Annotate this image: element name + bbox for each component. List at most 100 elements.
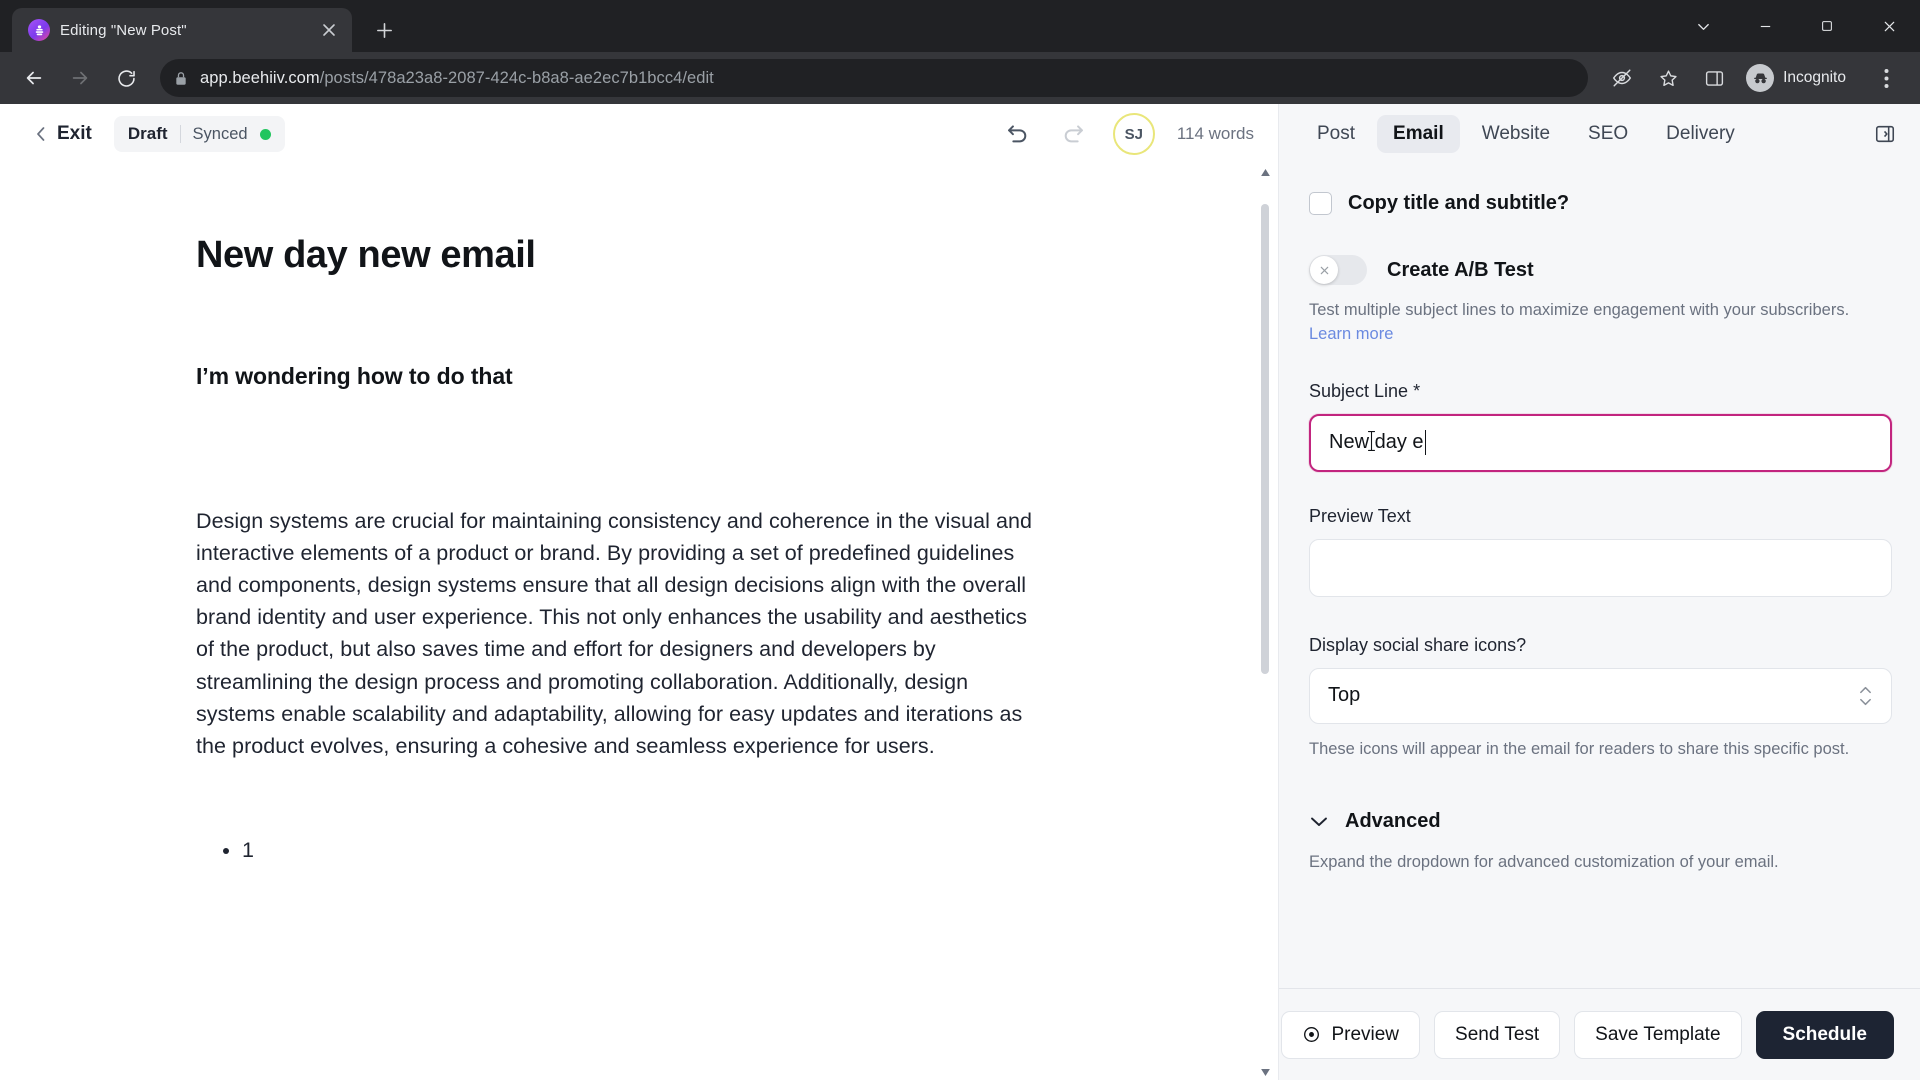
social-share-label: Display social share icons? bbox=[1309, 634, 1527, 655]
scrollbar-track[interactable] bbox=[1261, 180, 1269, 1064]
status-draft-label: Draft bbox=[127, 124, 168, 143]
side-panel-icon[interactable] bbox=[1694, 58, 1734, 98]
copy-title-label: Copy title and subtitle? bbox=[1348, 192, 1570, 214]
chevron-down-icon bbox=[1309, 815, 1329, 828]
editor-scrollbar[interactable] bbox=[1258, 164, 1272, 1080]
panel-footer: Preview Send Test Save Template Schedule bbox=[1279, 988, 1920, 1080]
scroll-down-icon[interactable] bbox=[1258, 1064, 1272, 1080]
browser-window: Editing "New Post" app.beehiiv.com/posts… bbox=[0, 0, 1920, 1080]
scrollbar-thumb[interactable] bbox=[1261, 204, 1269, 674]
social-share-helper: These icons will appear in the email for… bbox=[1309, 739, 1850, 758]
schedule-button-label: Schedule bbox=[1782, 1023, 1867, 1045]
social-share-select[interactable]: Top bbox=[1309, 667, 1892, 724]
editor-header-actions: SJ 114 words bbox=[1001, 113, 1260, 155]
maximize-icon[interactable] bbox=[1796, 0, 1858, 52]
advanced-label: Advanced bbox=[1345, 809, 1441, 832]
tab-label: Delivery bbox=[1666, 123, 1735, 144]
incognito-avatar-icon bbox=[1746, 64, 1775, 92]
panel-collapse-icon[interactable] bbox=[1868, 117, 1902, 151]
browser-tabstrip: Editing "New Post" bbox=[0, 0, 1920, 52]
browser-toolbar: app.beehiiv.com/posts/478a23a8-2087-424c… bbox=[0, 52, 1920, 104]
status-sync-label: Synced bbox=[192, 124, 248, 143]
tab-seo[interactable]: SEO bbox=[1572, 115, 1644, 153]
address-bar-url: app.beehiiv.com/posts/478a23a8-2087-424c… bbox=[200, 69, 714, 88]
status-divider bbox=[179, 125, 181, 143]
eye-slash-icon[interactable] bbox=[1602, 58, 1642, 98]
preview-text-input[interactable] bbox=[1309, 538, 1892, 597]
url-domain: app.beehiiv.com bbox=[200, 68, 320, 87]
tab-website[interactable]: Website bbox=[1466, 115, 1566, 153]
send-test-button[interactable]: Send Test bbox=[1434, 1010, 1561, 1059]
address-bar[interactable]: app.beehiiv.com/posts/478a23a8-2087-424c… bbox=[160, 59, 1589, 97]
subject-line-value: New day e bbox=[1329, 431, 1424, 454]
text-cursor-icon bbox=[1367, 430, 1376, 452]
schedule-button[interactable]: Schedule bbox=[1755, 1010, 1894, 1059]
beehiiv-app: Exit Draft Synced SJ 114 words New day n… bbox=[0, 104, 1920, 1080]
undo-icon[interactable] bbox=[1001, 117, 1035, 151]
chevron-down-icon[interactable] bbox=[1672, 0, 1734, 52]
star-icon[interactable] bbox=[1648, 58, 1688, 98]
ab-test-row[interactable]: Create A/B Test bbox=[1309, 255, 1892, 285]
preview-button[interactable]: Preview bbox=[1281, 1010, 1421, 1059]
copy-title-row[interactable]: Copy title and subtitle? bbox=[1309, 192, 1892, 215]
sync-status-dot-icon bbox=[259, 128, 271, 140]
close-icon[interactable] bbox=[1858, 0, 1920, 52]
url-path: /posts/478a23a8-2087-424c-b8a8-ae2ec7b1b… bbox=[319, 68, 714, 87]
kebab-menu-icon[interactable] bbox=[1866, 58, 1906, 98]
tab-label: Post bbox=[1317, 123, 1356, 144]
word-count: 114 words bbox=[1176, 124, 1254, 143]
lock-icon bbox=[174, 71, 188, 86]
chevron-updown-icon bbox=[1858, 686, 1873, 706]
document-title[interactable]: New day new email bbox=[196, 232, 1208, 278]
save-template-button[interactable]: Save Template bbox=[1574, 1010, 1742, 1059]
reload-icon[interactable] bbox=[106, 58, 146, 98]
text-caret bbox=[1424, 430, 1427, 456]
social-share-value: Top bbox=[1328, 684, 1361, 707]
learn-more-link[interactable]: Learn more bbox=[1309, 325, 1393, 343]
save-template-button-label: Save Template bbox=[1595, 1023, 1721, 1045]
redo-icon[interactable] bbox=[1057, 117, 1091, 151]
exit-label: Exit bbox=[57, 123, 92, 144]
document-list[interactable]: 1 bbox=[196, 834, 1208, 866]
scroll-up-icon[interactable] bbox=[1258, 164, 1272, 180]
advanced-helper: Expand the dropdown for advanced customi… bbox=[1309, 852, 1779, 871]
status-badge[interactable]: Draft Synced bbox=[113, 116, 285, 152]
subject-line-label: Subject Line * bbox=[1309, 380, 1421, 401]
close-icon[interactable] bbox=[316, 17, 342, 43]
tab-label: SEO bbox=[1588, 123, 1629, 144]
browser-tab-title: Editing "New Post" bbox=[60, 21, 187, 39]
copy-title-checkbox[interactable] bbox=[1309, 192, 1332, 215]
eye-icon bbox=[1302, 1025, 1321, 1044]
ab-test-toggle[interactable] bbox=[1309, 255, 1367, 285]
exit-button[interactable]: Exit bbox=[34, 123, 92, 145]
tab-label: Website bbox=[1481, 123, 1551, 144]
panel-tabs: Post Email Website SEO Delivery bbox=[1279, 104, 1920, 164]
beehiiv-logo-icon bbox=[28, 19, 50, 41]
tab-post[interactable]: Post bbox=[1301, 115, 1371, 153]
send-test-button-label: Send Test bbox=[1455, 1023, 1540, 1045]
tab-delivery[interactable]: Delivery bbox=[1650, 115, 1751, 153]
editor-document[interactable]: New day new email I’m wondering how to d… bbox=[0, 164, 1278, 866]
new-tab-button[interactable] bbox=[364, 10, 404, 50]
minimize-icon[interactable] bbox=[1734, 0, 1796, 52]
settings-panel: Post Email Website SEO Delivery Copy tit… bbox=[1278, 104, 1920, 1080]
chevron-left-icon bbox=[34, 125, 48, 143]
back-arrow-icon[interactable] bbox=[14, 58, 54, 98]
preview-text-label: Preview Text bbox=[1309, 505, 1411, 526]
document-subtitle[interactable]: I’m wondering how to do that bbox=[196, 363, 1208, 390]
advanced-section-toggle[interactable]: Advanced bbox=[1309, 810, 1892, 833]
document-paragraph[interactable]: Design systems are crucial for maintaini… bbox=[196, 505, 1051, 761]
ab-test-label: Create A/B Test bbox=[1387, 258, 1534, 281]
browser-tab[interactable]: Editing "New Post" bbox=[12, 8, 352, 52]
list-item[interactable]: 1 bbox=[242, 834, 1208, 866]
preview-button-label: Preview bbox=[1331, 1023, 1400, 1045]
tab-email[interactable]: Email bbox=[1377, 115, 1460, 153]
panel-content: Copy title and subtitle? Create A/B Test… bbox=[1279, 164, 1920, 988]
forward-arrow-icon[interactable] bbox=[60, 58, 100, 98]
tab-label: Email bbox=[1393, 123, 1444, 144]
profile-label: Incognito bbox=[1783, 69, 1846, 86]
ab-test-helper-text: Test multiple subject lines to maximize … bbox=[1309, 301, 1850, 319]
avatar[interactable]: SJ bbox=[1112, 113, 1155, 155]
profile-incognito-button[interactable]: Incognito bbox=[1740, 60, 1860, 96]
subject-line-input[interactable]: New day e bbox=[1309, 413, 1892, 472]
